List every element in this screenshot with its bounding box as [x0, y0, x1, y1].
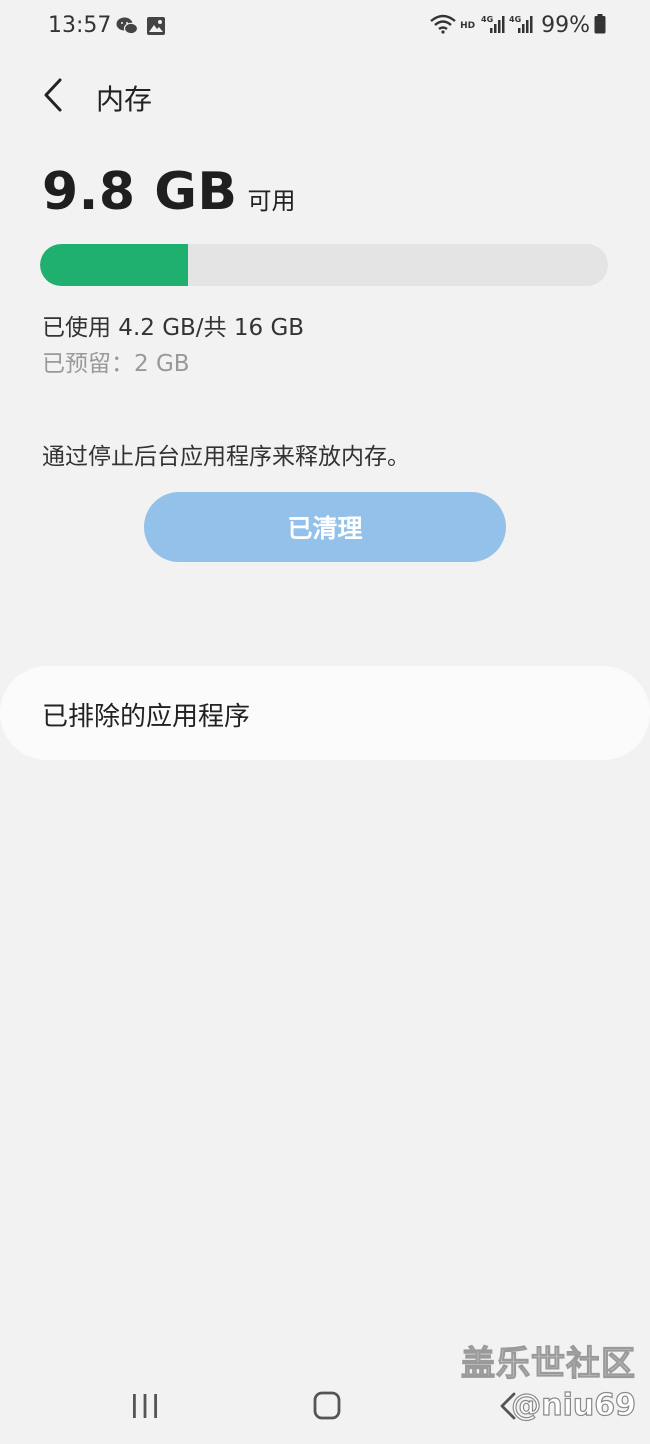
signal-label-2: 4G: [509, 15, 521, 24]
battery-icon: [594, 13, 606, 38]
nav-back-button[interactable]: [494, 1390, 524, 1422]
status-notification-icons: [116, 16, 166, 40]
memory-usage-fill: [40, 244, 188, 286]
status-bar: 13:57 HD 4G 4G 99%: [0, 0, 650, 56]
memory-usage-bar: [40, 244, 608, 286]
signal-icon-1: 4G: [481, 14, 505, 38]
gallery-icon: [146, 16, 166, 40]
available-value: 9.8 GB: [42, 162, 238, 222]
hd-label: HD: [460, 20, 476, 31]
status-time: 13:57: [48, 13, 112, 38]
chevron-left-icon: [44, 78, 62, 112]
signal-icon-2: 4G: [509, 14, 533, 38]
home-icon: [313, 1391, 341, 1420]
nav-bar: [0, 1370, 650, 1444]
back-icon: [500, 1392, 516, 1420]
used-memory-text: 已使用 4.2 GB/共 16 GB: [42, 315, 305, 341]
wechat-icon: [116, 16, 139, 40]
back-button[interactable]: [38, 76, 72, 114]
excluded-apps-item[interactable]: 已排除的应用程序: [0, 666, 650, 760]
excluded-apps-label: 已排除的应用程序: [42, 702, 251, 732]
wifi-icon: [430, 14, 456, 38]
page-title: 内存: [96, 83, 153, 116]
signal-label-1: 4G: [481, 15, 493, 24]
battery-percent: 99%: [541, 13, 590, 38]
available-memory: 9.8 GB 可用: [42, 162, 296, 222]
available-label: 可用: [247, 187, 296, 215]
header: 内存: [0, 70, 650, 120]
status-right-icons: HD 4G 4G 99%: [430, 13, 606, 38]
recents-button[interactable]: [126, 1390, 164, 1422]
clean-button[interactable]: 已清理: [144, 492, 506, 562]
cleanup-description: 通过停止后台应用程序来释放内存。: [42, 444, 410, 470]
home-button[interactable]: [308, 1390, 346, 1422]
recents-icon: [133, 1394, 157, 1418]
reserved-memory-text: 已预留：2 GB: [42, 351, 190, 377]
